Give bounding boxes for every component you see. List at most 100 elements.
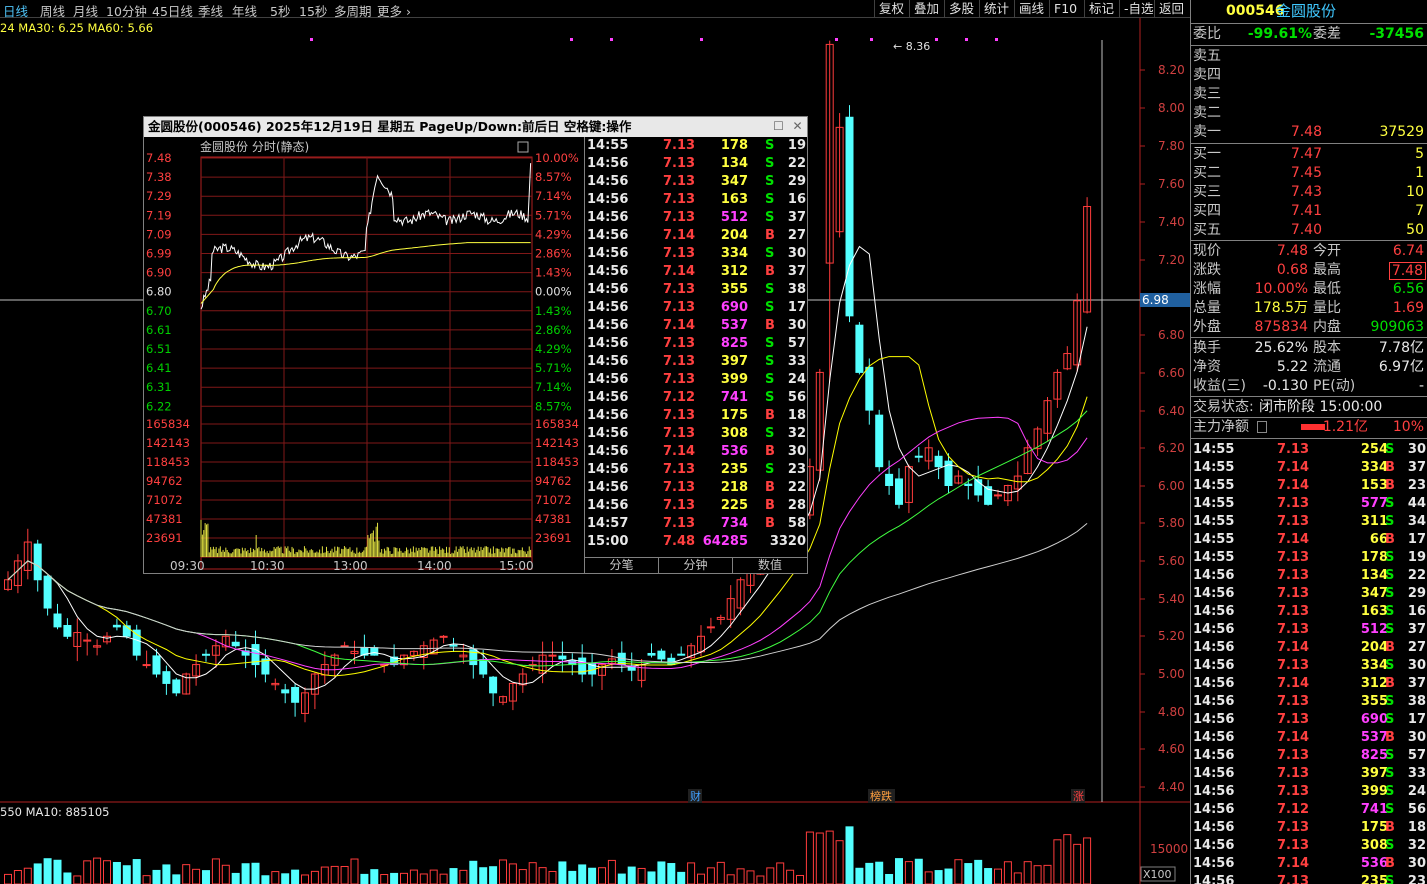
volume-bar [994, 868, 1002, 884]
ask-label: 卖四 [1193, 67, 1221, 83]
tick-direction: S [1385, 586, 1395, 601]
trade-count: 28 [787, 498, 806, 513]
volume-bar [449, 868, 458, 884]
trade-row: 14:57 7.13 734 B 58 [585, 515, 808, 533]
trade-volume: 64285 [702, 534, 748, 549]
tick-time: 14:56 [1193, 658, 1235, 673]
multi-stock-button[interactable]: 多股 [944, 0, 978, 18]
tick-volume: 311 [1360, 514, 1388, 529]
trade-direction: S [765, 372, 775, 387]
candle-body [558, 655, 567, 660]
tick-time: 14:55 [1193, 532, 1235, 547]
tick-row: 14:56 7.13 308 S 32 [1191, 837, 1427, 855]
signal-marker [965, 38, 968, 41]
trade-direction: B [765, 228, 775, 243]
mark-button[interactable]: 标记 [1084, 0, 1118, 18]
tick-direction: B [1385, 640, 1395, 655]
volume-bar [796, 874, 804, 884]
main-flow-row: 主力净额 1.21亿 10% [1191, 418, 1427, 437]
candle-body [291, 686, 300, 703]
volume-bar [231, 872, 240, 884]
intraday-vol-label-right: 23691 [535, 531, 572, 545]
trade-price: 7.13 [663, 372, 696, 387]
trade-direction: B [765, 498, 775, 513]
trade-time: 14:56 [587, 372, 629, 387]
close-icon[interactable]: ✕ [791, 120, 804, 133]
volume-bar [914, 858, 923, 884]
tick-row: 14:55 7.13 254 S 30 [1191, 441, 1427, 459]
quote-stat2-row: 换手 25.62% 股本 7.78亿 [1191, 339, 1427, 358]
stat-label: 换手 [1193, 340, 1221, 356]
intraday-chart[interactable]: 金圆股份 分时(静态) 7.48 10.00% 7.38 8.57% 7.29 7.14% 7… [144, 137, 584, 573]
popup-title-bar[interactable]: 金圆股份(000546) 2025年12月19日 星期五 PageUp/Down… [144, 117, 807, 137]
tick-direction: B [1385, 478, 1395, 493]
popup-title: 金圆股份(000546) 2025年12月19日 星期五 PageUp/Down… [148, 119, 632, 134]
trade-row: 14:56 7.12 741 S 56 [585, 389, 808, 407]
popup-subtitle: 金圆股份 分时(静态) [200, 139, 309, 154]
tick-volume: 355 [1360, 694, 1388, 709]
tick-price: 7.13 [1277, 622, 1310, 637]
tab-ticks[interactable]: 分笔 [585, 558, 659, 574]
volume-bar [291, 869, 300, 884]
stat-label: 净资 [1193, 359, 1221, 375]
trade-count: 57 [787, 336, 806, 351]
intraday-popup-window[interactable]: 金圆股份(000546) 2025年12月19日 星期五 PageUp/Down… [143, 116, 808, 574]
bid-label: 买五 [1193, 222, 1221, 238]
remove-favorite-button[interactable]: -自选 [1119, 0, 1158, 18]
ask-volume: 37529 [1379, 124, 1424, 140]
back-button[interactable]: 返回 [1154, 0, 1188, 18]
tick-volume: 134 [1360, 568, 1388, 583]
order-ratio-row: 委比 -99.61% 委差 -37456 [1191, 25, 1427, 44]
f10-button[interactable]: F10 [1049, 0, 1081, 18]
tick-direction: S [1385, 658, 1395, 673]
volume-bar [548, 870, 557, 884]
trade-row: 14:56 7.13 163 S 16 [585, 191, 808, 209]
trade-direction: S [765, 192, 775, 207]
volume-bar [4, 873, 12, 884]
stat-value: 25.62% [1254, 340, 1308, 356]
volume-bar [924, 871, 933, 884]
trade-time: 14:56 [587, 480, 629, 495]
intraday-vol-label: 94762 [146, 474, 183, 488]
volume-bar [83, 860, 92, 884]
bid-price: 7.40 [1290, 222, 1322, 238]
volume-bar [33, 863, 42, 884]
menu-icon[interactable] [1257, 421, 1267, 433]
price-axis-label: 8.00 [1158, 101, 1185, 115]
tab-values[interactable]: 数值 [733, 558, 807, 574]
trade-price: 7.13 [663, 426, 696, 441]
draw-line-button[interactable]: 画线 [1014, 0, 1048, 18]
bid-price: 7.41 [1290, 203, 1322, 219]
tab-minutes[interactable]: 分钟 [659, 558, 733, 574]
popup-settings-icon [517, 141, 529, 153]
stat-label: PE(动) [1313, 378, 1356, 394]
overlay-button[interactable]: 叠加 [909, 0, 943, 18]
restore-rights-button[interactable]: 复权 [874, 0, 908, 18]
signal-marker [935, 38, 938, 41]
volume-bar [162, 864, 171, 884]
stock-name[interactable]: 金圆股份 [1276, 2, 1336, 21]
trade-direction: S [765, 246, 775, 261]
volume-bar [865, 862, 874, 884]
stat-label: 收益(三) [1193, 378, 1246, 394]
signal-marker [610, 38, 613, 41]
volume-bar [1013, 872, 1022, 884]
tick-price: 7.13 [1277, 748, 1310, 763]
trade-row: 14:56 7.14 312 B 37 [585, 263, 808, 281]
maximize-icon[interactable]: ☐ [772, 120, 785, 133]
volume-bar [499, 859, 507, 884]
price-axis-label: 5.40 [1158, 592, 1185, 606]
bid-label: 买二 [1193, 165, 1221, 181]
statistics-button[interactable]: 统计 [979, 0, 1013, 18]
volume-bar [974, 859, 983, 884]
tick-volume: 235 [1360, 874, 1388, 884]
stat-value: 909063 [1370, 319, 1424, 335]
volume-bar [182, 864, 191, 884]
volume-bar [518, 869, 527, 884]
quote-stat-row: 涨跌 0.68 最高 7.48 [1191, 261, 1427, 280]
quote-stat2-row: 净资 5.22 流通 6.97亿 [1191, 358, 1427, 377]
tick-direction: B [1385, 460, 1395, 475]
trade-time: 14:56 [587, 282, 629, 297]
tick-row: 14:56 7.13 399 S 24 [1191, 783, 1427, 801]
intraday-pct-label: 5.71% [535, 208, 572, 222]
